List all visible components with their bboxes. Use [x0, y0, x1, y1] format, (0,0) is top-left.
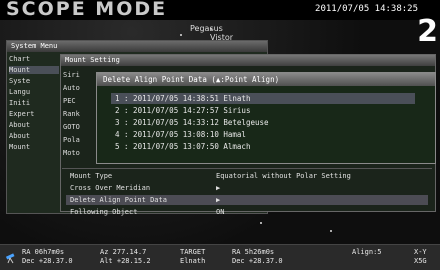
- system-menu-item[interactable]: About: [9, 121, 30, 129]
- system-menu-item-mount[interactable]: Mount: [9, 66, 59, 74]
- setting-label: Following Object: [70, 208, 138, 216]
- datetime: 2011/07/05 14:38:25: [315, 4, 418, 14]
- setting-row-delete-align-point-data[interactable]: Delete Align Point Data ▶: [66, 195, 428, 205]
- system-menu-title: System Menu: [7, 41, 267, 52]
- xy-value: X5G: [414, 257, 427, 265]
- divider: [62, 168, 432, 169]
- align-point-row[interactable]: 4 : 2011/07/05 13:08:10 Hamal: [111, 129, 415, 140]
- align-point-row[interactable]: 3 : 2011/07/05 14:33:12 Betelgeuse: [111, 117, 415, 128]
- target-label: TARGET: [180, 248, 206, 256]
- system-menu-item[interactable]: Initi: [9, 99, 30, 107]
- mount-setting-item[interactable]: Auto: [63, 84, 80, 92]
- mount-setting-item[interactable]: Siri: [63, 71, 80, 79]
- current-ra-dec: RA 06h7m0s Dec +28.37.0: [22, 248, 73, 265]
- setting-label: Cross Over Meridian: [70, 184, 151, 192]
- xy-label: X-Y: [414, 248, 427, 256]
- system-menu-item[interactable]: Mount: [9, 143, 30, 151]
- system-menu-item[interactable]: About: [9, 132, 30, 140]
- star: [330, 230, 332, 232]
- align-point-row[interactable]: 5 : 2011/07/05 13:07:50 Almach: [111, 141, 415, 152]
- setting-label: Mount Type: [70, 172, 113, 180]
- mount-setting-item[interactable]: Moto: [63, 149, 80, 157]
- telescope-icon: [5, 253, 15, 264]
- mode-title: SCOPE MODE: [6, 0, 168, 20]
- setting-value: Equatorial without Polar Setting: [216, 172, 351, 180]
- mount-setting-item[interactable]: PEC: [63, 97, 76, 105]
- system-menu-item[interactable]: Langu: [9, 88, 30, 96]
- mount-setting-item[interactable]: GOTO: [63, 123, 80, 131]
- setting-row-mount-type[interactable]: Mount Type Equatorial without Polar Sett…: [66, 171, 428, 181]
- align-point-row[interactable]: 2 : 2011/07/05 14:27:57 Sirius: [111, 105, 415, 116]
- system-menu-item[interactable]: Syste: [9, 77, 30, 85]
- align-count: Align:5: [352, 248, 382, 256]
- star: [180, 34, 182, 36]
- align-dialog-title: Delete Align Point Data (▲:Point Align): [97, 73, 435, 86]
- mount-setting-title: Mount Setting: [61, 55, 435, 66]
- setting-row-following-object[interactable]: Following Object ON: [66, 207, 428, 217]
- status-bar: RA 06h7m0s Dec +28.37.0 Az 277.14.7 Alt …: [0, 244, 440, 270]
- top-bar: SCOPE MODE 2011/07/05 14:38:25: [0, 0, 440, 20]
- system-menu-item[interactable]: Chart: [9, 55, 30, 63]
- setting-label: Delete Align Point Data: [70, 196, 167, 204]
- mount-setting-item[interactable]: Pola: [63, 136, 80, 144]
- corner-number: 2: [417, 14, 438, 49]
- mount-setting-item[interactable]: Rank: [63, 110, 80, 118]
- target-name: Elnath: [180, 257, 206, 265]
- delete-align-point-dialog: Delete Align Point Data (▲:Point Align) …: [96, 72, 436, 164]
- align-point-row[interactable]: 1 : 2011/07/05 14:38:51 Elnath: [111, 93, 415, 104]
- setting-value: ON: [216, 208, 225, 216]
- setting-value: ▶: [216, 184, 221, 192]
- setting-row-cross-over-meridian[interactable]: Cross Over Meridian ▶: [66, 183, 428, 193]
- setting-value: ▶: [216, 196, 221, 204]
- sky-label-pegasus: Pegasus: [190, 24, 223, 33]
- star: [260, 222, 262, 224]
- current-az-alt: Az 277.14.7 Alt +28.15.2: [100, 248, 151, 265]
- system-menu-item[interactable]: Expert: [9, 110, 34, 118]
- target-ra-dec: RA 5h26m0s Dec +28.37.0: [232, 248, 283, 265]
